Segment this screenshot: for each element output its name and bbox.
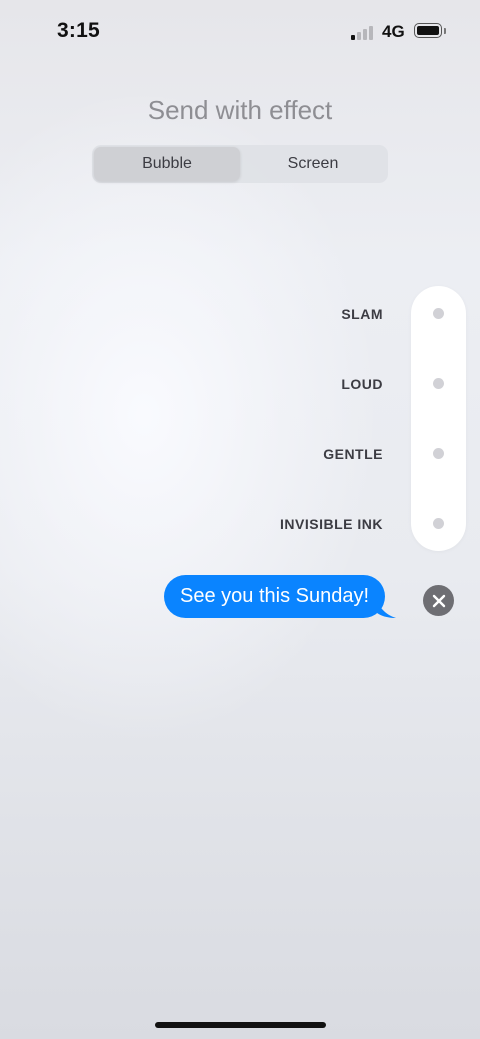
message-bubble: See you this Sunday! xyxy=(164,575,386,618)
close-icon xyxy=(432,594,445,607)
effect-label-slam[interactable]: SLAM xyxy=(341,306,383,322)
status-time: 3:15 xyxy=(57,19,100,42)
effect-radio-gentle[interactable] xyxy=(433,448,444,459)
signal-bar xyxy=(357,32,361,40)
cellular-signal-icon xyxy=(351,24,375,40)
page-title: Send with effect xyxy=(147,95,333,125)
network-type: 4G xyxy=(382,22,405,41)
cancel-button[interactable] xyxy=(423,585,454,616)
send-with-effect-screen: 3:15 4G Send with effect Bubble Screen S… xyxy=(0,0,480,1039)
bubble-tail xyxy=(376,596,396,618)
battery-icon xyxy=(414,23,442,38)
home-indicator[interactable] xyxy=(155,1022,326,1028)
battery-cap xyxy=(444,28,446,34)
signal-bar xyxy=(351,35,355,40)
effect-label-loud[interactable]: LOUD xyxy=(341,376,383,392)
effect-type-segmented-control: Bubble Screen xyxy=(92,145,388,183)
status-bar: 3:15 4G xyxy=(0,0,480,64)
effect-radio-invisible-ink[interactable] xyxy=(433,518,444,529)
signal-bar xyxy=(369,26,373,40)
effect-label-invisible-ink[interactable]: INVISIBLE INK xyxy=(280,516,383,532)
effect-radio-loud[interactable] xyxy=(433,378,444,389)
tab-screen[interactable]: Screen xyxy=(240,147,386,181)
effect-label-gentle[interactable]: GENTLE xyxy=(323,446,383,462)
effect-radio-slam[interactable] xyxy=(433,308,444,319)
tab-bubble[interactable]: Bubble xyxy=(94,147,240,181)
signal-bar xyxy=(363,29,367,40)
battery-fill xyxy=(417,26,439,35)
effect-selector xyxy=(411,286,466,551)
message-text: See you this Sunday! xyxy=(180,585,370,607)
